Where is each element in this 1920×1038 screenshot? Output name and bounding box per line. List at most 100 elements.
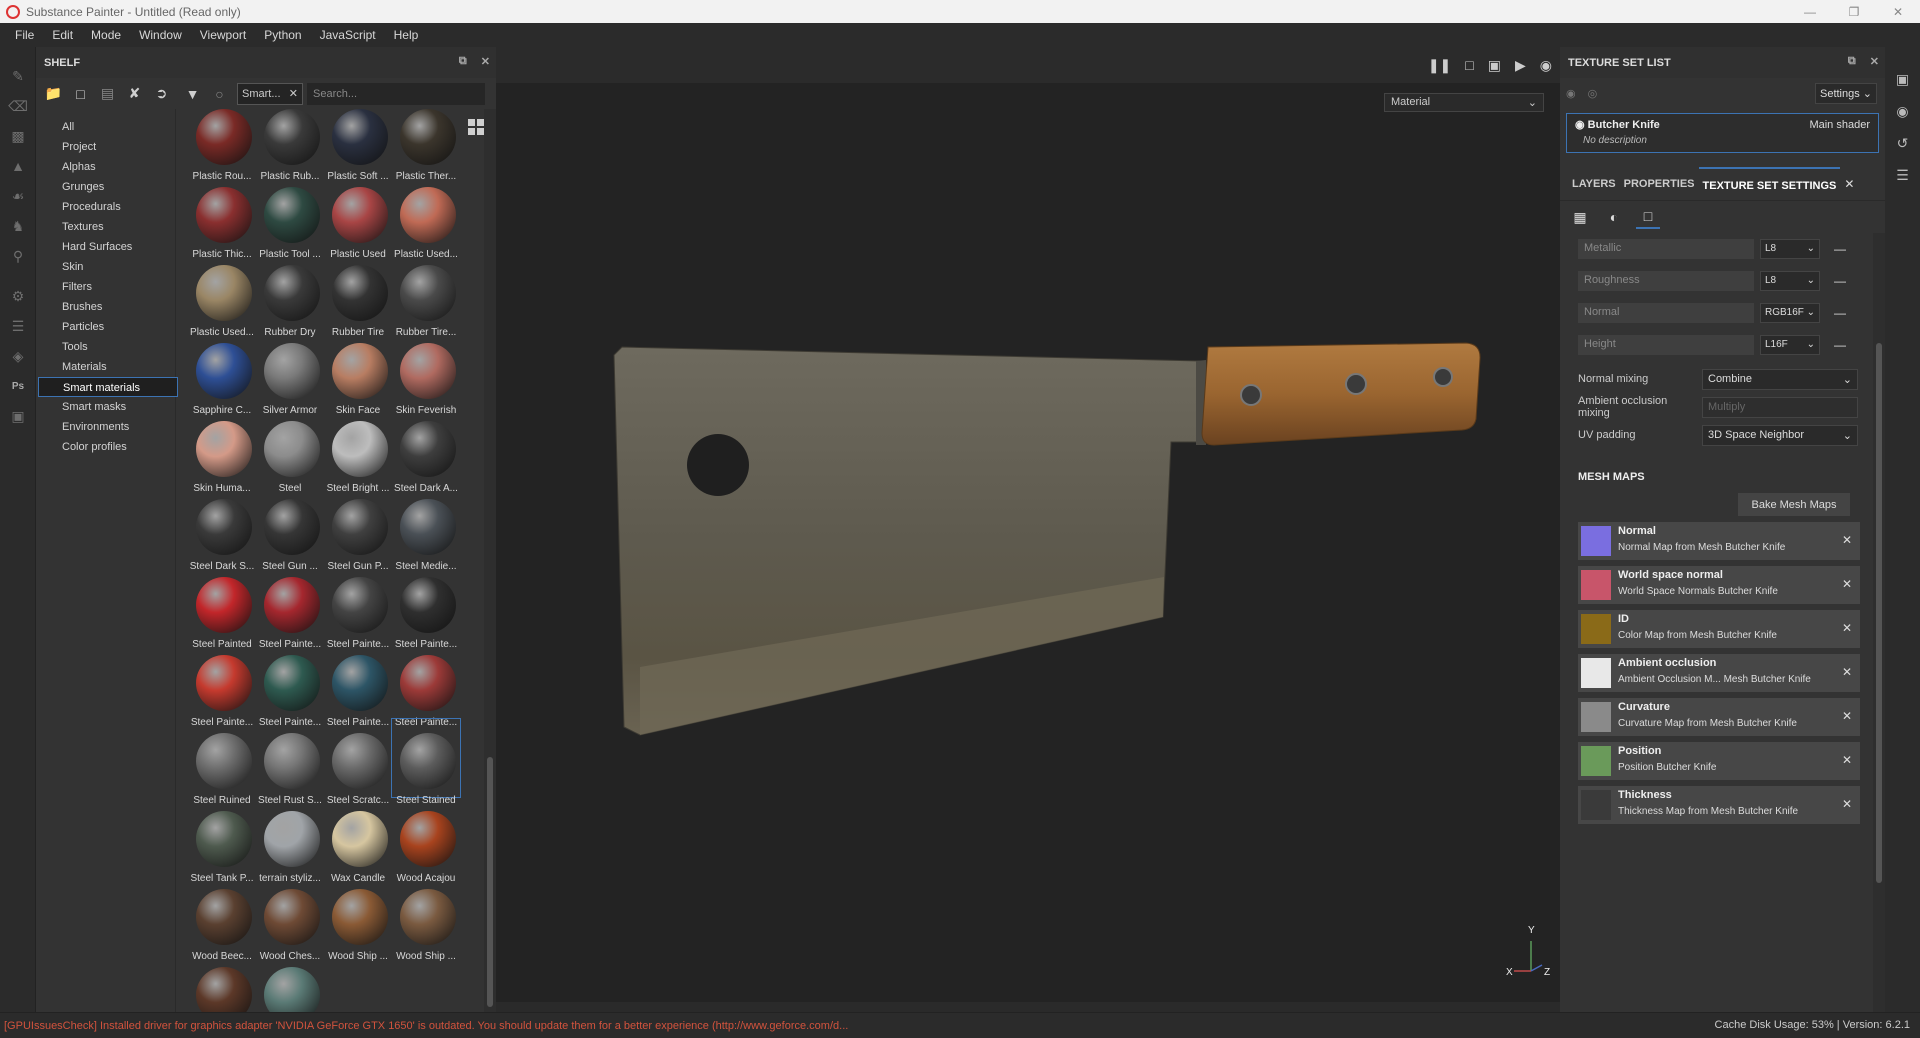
- material-thumbnail[interactable]: Plastic Thic...: [188, 173, 256, 260]
- shelf-category-item[interactable]: Color profiles: [36, 437, 175, 457]
- shelf-category-item[interactable]: Materials: [36, 357, 175, 377]
- menu-edit[interactable]: Edit: [43, 28, 82, 42]
- eye-icon[interactable]: ◉: [1575, 119, 1585, 131]
- close-panel-icon[interactable]: ✕: [481, 55, 490, 68]
- remove-channel-icon[interactable]: —: [1834, 306, 1846, 320]
- material-thumbnail[interactable]: Plastic Used...: [188, 251, 256, 338]
- shelf-category-item[interactable]: Skin: [36, 257, 175, 277]
- display-settings-icon[interactable]: ▣: [1885, 63, 1920, 95]
- material-thumbnail[interactable]: Plastic Soft ...: [324, 109, 392, 182]
- shelf-category-item[interactable]: Tools: [36, 337, 175, 357]
- clone-icon[interactable]: ♞: [0, 211, 36, 241]
- material-thumbnail[interactable]: Plastic Rub...: [256, 109, 324, 182]
- material-thumbnail[interactable]: Steel Bright ...: [324, 407, 392, 494]
- uv-padding-select[interactable]: 3D Space Neighbor ⌄: [1702, 424, 1858, 446]
- menu-python[interactable]: Python: [255, 28, 310, 42]
- shelf-category-item[interactable]: Alphas: [36, 157, 175, 177]
- visibility-icon[interactable]: ◎: [1588, 87, 1598, 100]
- layer-stack-icon[interactable]: ☰: [0, 311, 36, 341]
- material-thumbnail[interactable]: Steel Gun ...: [256, 485, 324, 572]
- filter-chip[interactable]: Smart... ✕: [237, 82, 303, 105]
- tab-texture-set-settings[interactable]: TEXTURE SET SETTINGS: [1698, 166, 1841, 201]
- viewport-scrollbar[interactable]: [496, 1002, 1560, 1012]
- material-thumbnail[interactable]: Rubber Dry: [256, 251, 324, 338]
- menu-file[interactable]: File: [6, 28, 43, 42]
- remove-mesh-map-icon[interactable]: ✕: [1842, 797, 1852, 811]
- material-thumbnail[interactable]: Wood Acajou: [392, 797, 460, 884]
- remove-mesh-map-icon[interactable]: ✕: [1842, 577, 1852, 591]
- material-thumbnail[interactable]: Wood Ship ...: [392, 875, 460, 962]
- close-window-icon[interactable]: ✕: [1876, 0, 1920, 23]
- material-thumbnail[interactable]: Steel Dark S...: [188, 485, 256, 572]
- material-thumbnail[interactable]: Plastic Ther...: [392, 109, 460, 182]
- remove-mesh-map-icon[interactable]: ✕: [1842, 533, 1852, 547]
- shelf-category-item[interactable]: Grunges: [36, 177, 175, 197]
- menu-javascript[interactable]: JavaScript: [311, 28, 385, 42]
- tab-properties[interactable]: PROPERTIES: [1620, 167, 1699, 201]
- export-icon[interactable]: ▣: [0, 401, 36, 431]
- export-preset-icon[interactable]: ➲: [148, 82, 175, 106]
- close-tab-icon[interactable]: ✕: [1844, 177, 1854, 191]
- material-thumbnail[interactable]: Steel Ruined: [188, 719, 256, 806]
- bake-icon[interactable]: ⚙: [0, 281, 36, 311]
- import-icon[interactable]: ▤: [94, 82, 121, 106]
- material-thumbnail[interactable]: Plastic Tool ...: [256, 173, 324, 260]
- material-thumbnail[interactable]: Steel Painte...: [324, 641, 392, 728]
- material-thumbnail[interactable]: Skin Face: [324, 329, 392, 416]
- material-thumbnail[interactable]: Steel Painte...: [188, 641, 256, 728]
- material-thumbnail[interactable]: Plastic Rou...: [188, 109, 256, 182]
- polygon-fill-icon[interactable]: ▲: [0, 151, 36, 181]
- mesh-map-item[interactable]: Thickness Thickness Map from Mesh Butcher…: [1578, 786, 1860, 824]
- channel-format-select[interactable]: L8 ⌄: [1760, 271, 1820, 291]
- material-thumbnail[interactable]: Steel Dark A...: [392, 407, 460, 494]
- remove-channel-icon[interactable]: —: [1834, 338, 1846, 352]
- material-thumbnail[interactable]: terrain styliz...: [256, 797, 324, 884]
- filter-chip-close-icon[interactable]: ✕: [289, 87, 298, 100]
- material-thumbnail[interactable]: Plastic Used: [324, 173, 392, 260]
- material-thumbnail[interactable]: Steel Rust S...: [256, 719, 324, 806]
- normal-mixing-select[interactable]: Combine ⌄: [1702, 368, 1858, 390]
- material-thumbnail[interactable]: Wax Candle: [324, 797, 392, 884]
- material-thumbnail[interactable]: Steel Painte...: [392, 641, 460, 728]
- bake-mesh-maps-button[interactable]: Bake Mesh Maps: [1738, 493, 1850, 516]
- material-layer-icon[interactable]: ▦: [1568, 205, 1592, 229]
- material-thumbnail[interactable]: Rubber Tire...: [392, 251, 460, 338]
- menu-mode[interactable]: Mode: [82, 28, 130, 42]
- tab-layers[interactable]: LAYERS: [1568, 167, 1620, 201]
- material-thumbnail[interactable]: Steel Gun P...: [324, 485, 392, 572]
- shelf-category-item[interactable]: Project: [36, 137, 175, 157]
- material-thumbnail[interactable]: wood_plan...: [256, 953, 324, 1012]
- grid-view-icon[interactable]: [468, 119, 484, 135]
- material-thumbnail[interactable]: Sapphire C...: [188, 329, 256, 416]
- shelf-category-item[interactable]: Textures: [36, 217, 175, 237]
- shelf-category-item[interactable]: Smart materials: [38, 377, 178, 397]
- remove-mesh-map-icon[interactable]: ✕: [1842, 665, 1852, 679]
- shelf-category-item[interactable]: Procedurals: [36, 197, 175, 217]
- photoshop-icon[interactable]: Ps: [0, 371, 36, 401]
- sphere-icon[interactable]: ◐: [1602, 205, 1626, 229]
- mesh-map-item[interactable]: Position Position Butcher Knife ✕: [1578, 742, 1860, 780]
- material-thumbnail[interactable]: Steel Painte...: [324, 563, 392, 650]
- mesh-map-item[interactable]: World space normal World Space Normals Bu…: [1578, 566, 1860, 604]
- undock-icon[interactable]: ⧉: [1848, 55, 1856, 68]
- restore-icon[interactable]: ❐: [1832, 0, 1876, 23]
- viewport-3d[interactable]: ❚❚ □ ▣ ▶ ◉ Material ⌄ Y X Z: [496, 47, 1560, 1012]
- material-thumbnail[interactable]: Wood Ches...: [256, 875, 324, 962]
- material-thumbnail[interactable]: Silver Armor: [256, 329, 324, 416]
- material-thumbnail[interactable]: Steel Painte...: [392, 563, 460, 650]
- shelf-category-item[interactable]: Hard Surfaces: [36, 237, 175, 257]
- projection-icon[interactable]: ▩: [0, 121, 36, 151]
- shelf-category-item[interactable]: All: [36, 117, 175, 137]
- material-thumbnail[interactable]: Steel Medie...: [392, 485, 460, 572]
- shelf-category-item[interactable]: Smart masks: [36, 397, 175, 417]
- mesh-map-item[interactable]: ID Color Map from Mesh Butcher Knife ✕: [1578, 610, 1860, 648]
- tsl-settings-button[interactable]: Settings ⌄: [1815, 83, 1877, 104]
- shelf-scrollbar[interactable]: [484, 109, 496, 1012]
- shelf-category-item[interactable]: Brushes: [36, 297, 175, 317]
- circle-filter-icon[interactable]: ○: [206, 82, 233, 106]
- remove-channel-icon[interactable]: —: [1834, 274, 1846, 288]
- history-icon[interactable]: ↺: [1885, 127, 1920, 159]
- texture-set-shader[interactable]: Main shader: [1809, 119, 1870, 131]
- log-icon[interactable]: ☰: [1885, 159, 1920, 191]
- hide-texture-set-icon[interactable]: ◉: [1566, 87, 1576, 100]
